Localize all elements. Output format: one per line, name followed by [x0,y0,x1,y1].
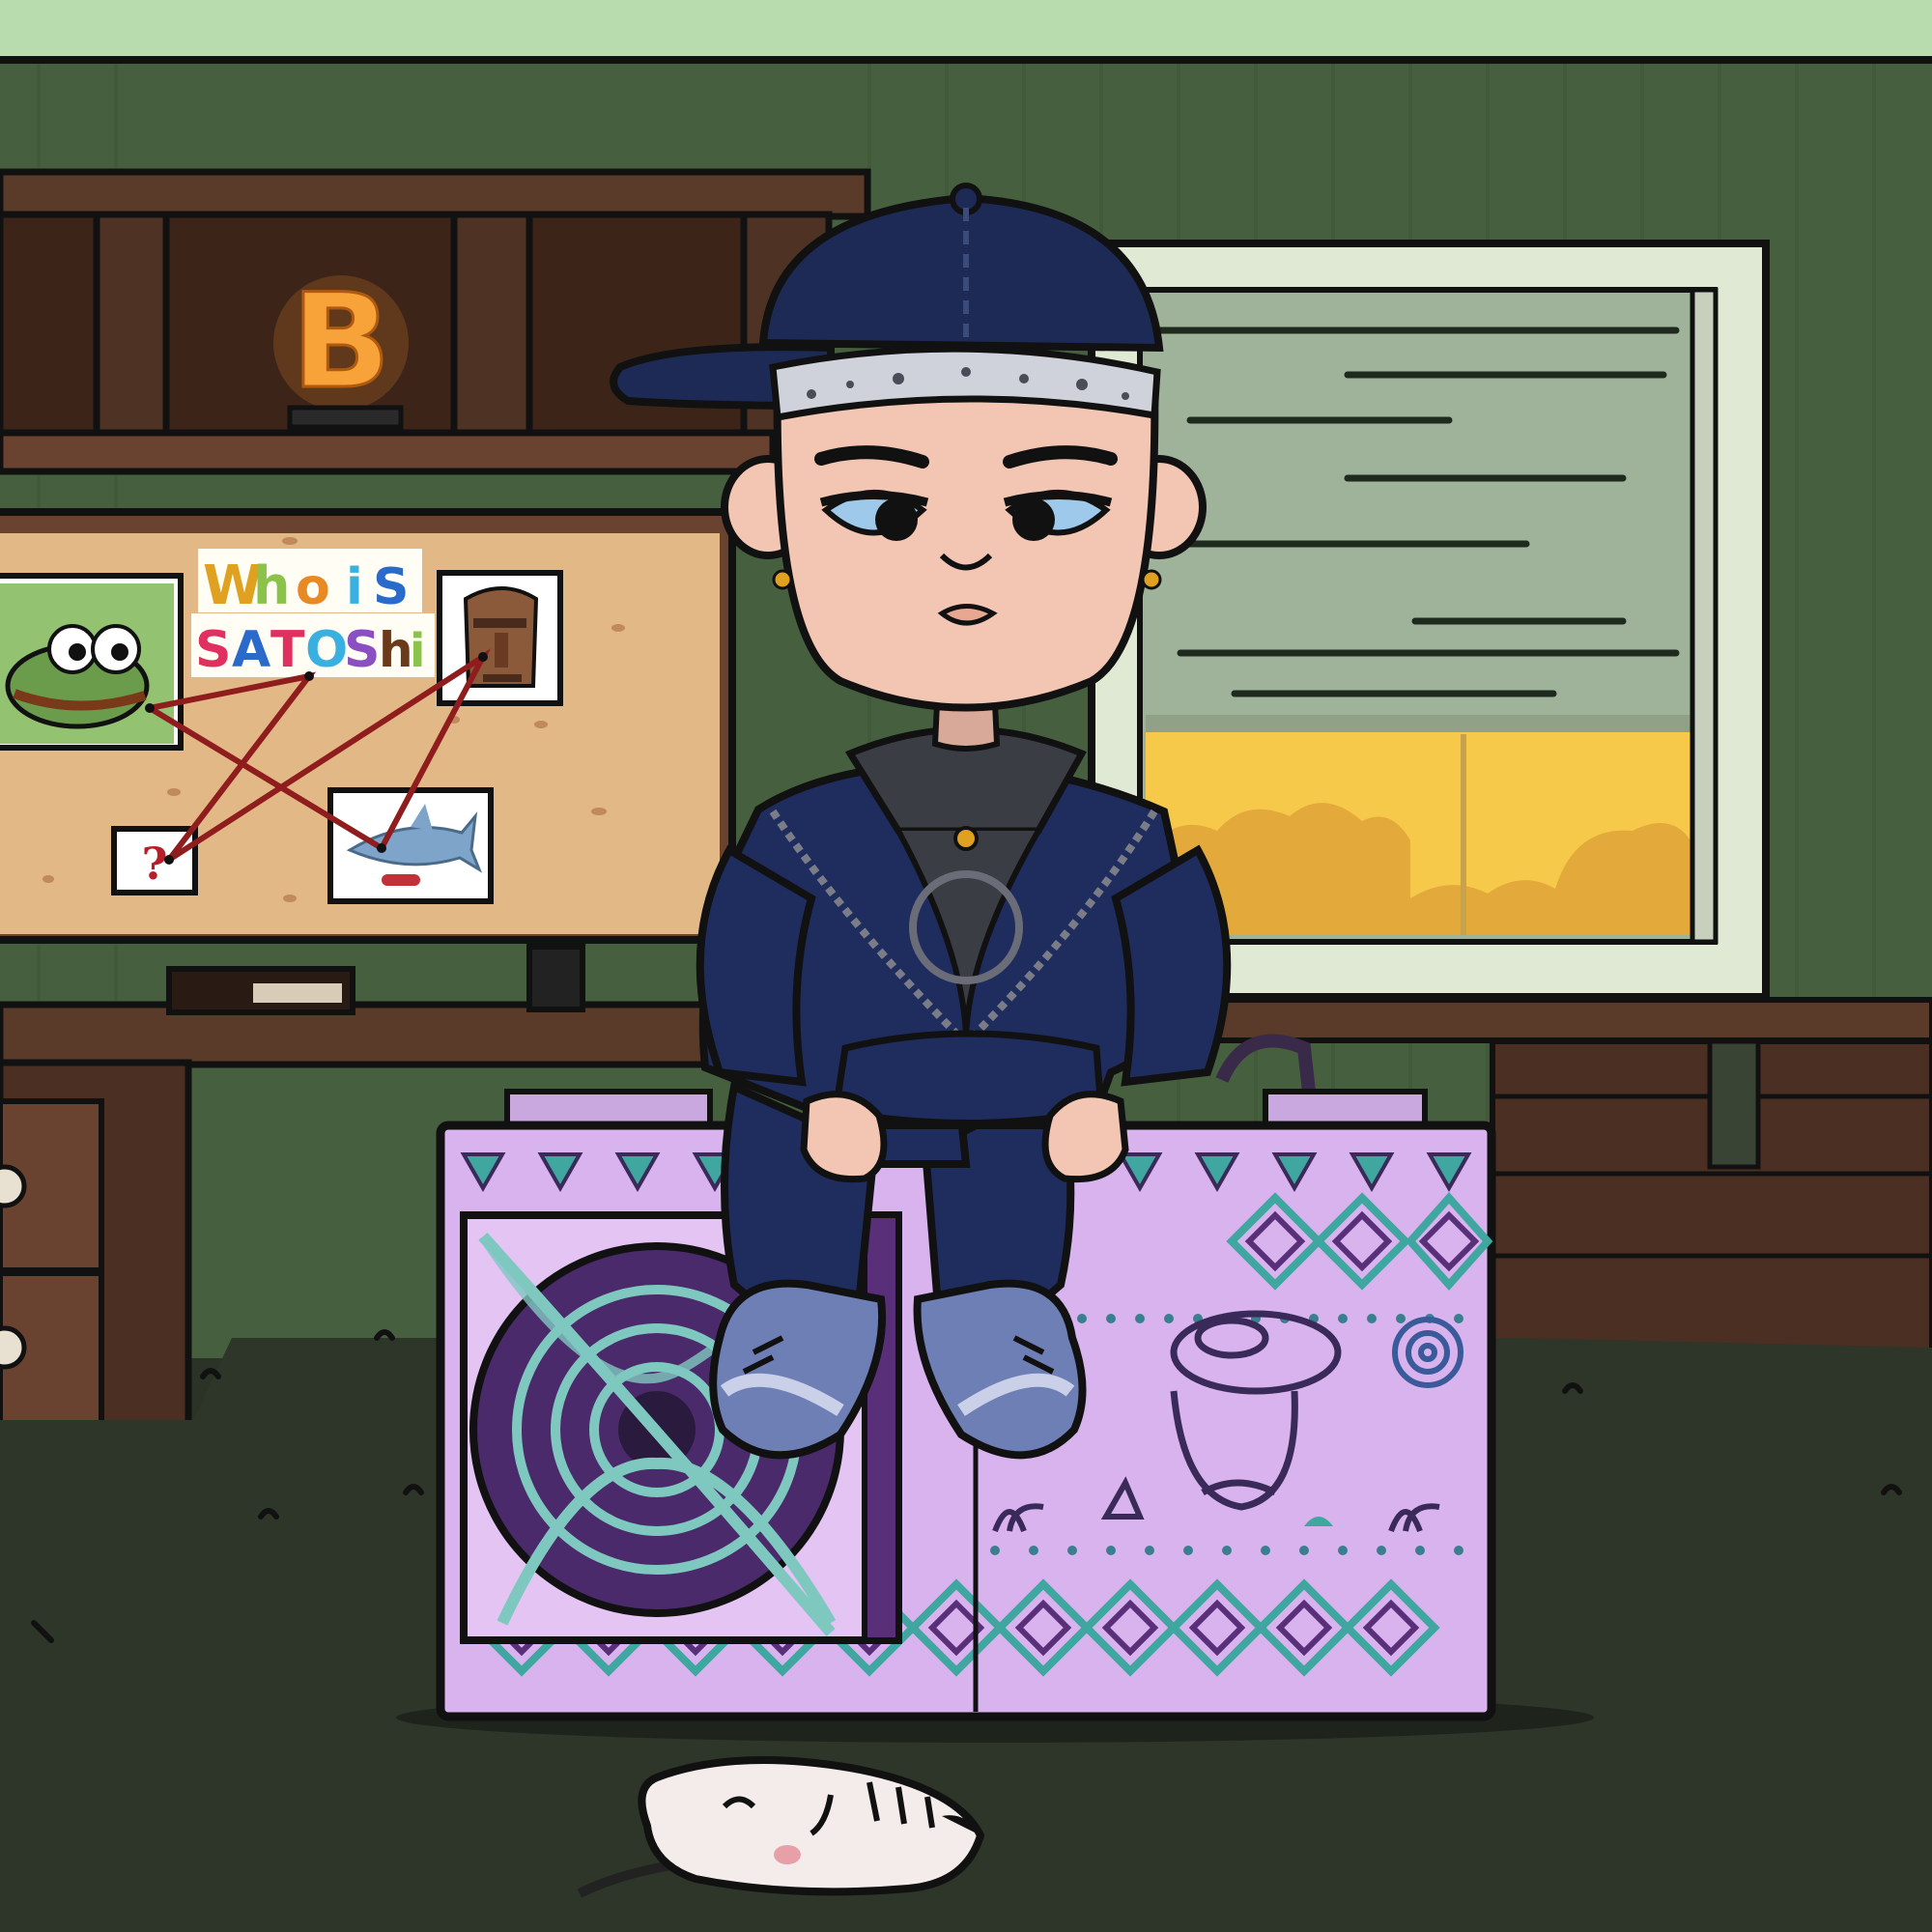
moai-icon [437,570,563,706]
letter-h2: h [379,622,413,678]
question-note-text: ? [142,838,168,890]
letter-a: A [232,621,270,679]
letter-s: S [373,558,409,616]
neon-sign-label: B [292,266,391,417]
letter-s3: S [344,621,380,679]
letter-t: T [270,621,305,679]
corkboard: W h o i S S A T O S h i ? [0,508,736,944]
scene: B W h o i S S A T O S h i ? [0,0,1932,1932]
ceiling-strip [0,0,1932,60]
letter-i2: i [410,624,425,678]
letter-h: h [253,555,290,616]
letter-o2: O [305,621,348,679]
who-is-satoshi-note: W h o i S S A T O S h i [191,549,435,679]
pepe-frog-icon [0,573,184,751]
letter-s2: S [195,621,231,679]
illustration: B W h o i S S A T O S h i ? [0,0,1932,1932]
shark-icon [327,787,494,904]
letter-i: i [346,558,363,616]
shelf-unit [0,168,871,475]
bitcoin-neon-icon: B [273,265,409,430]
letter-o: o [296,558,330,616]
